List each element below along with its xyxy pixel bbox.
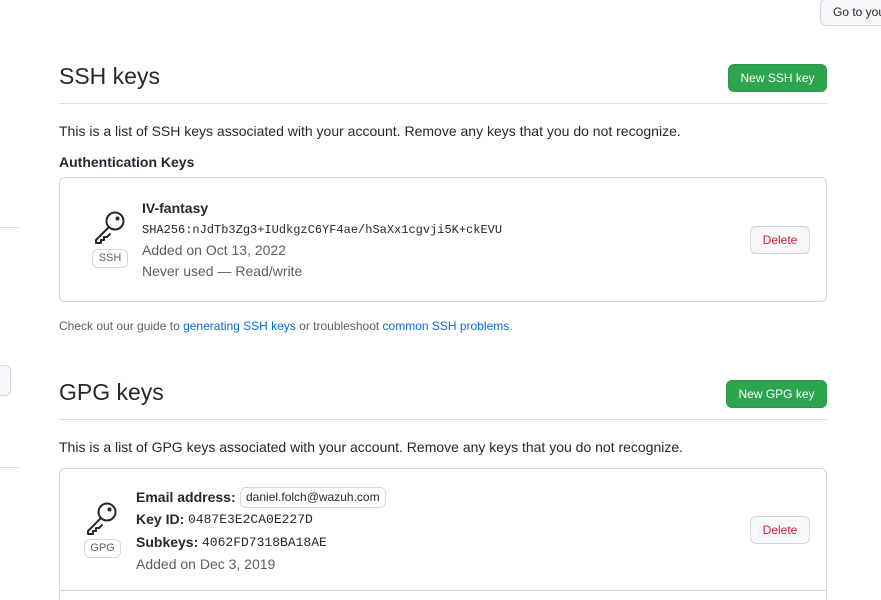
delete-ssh-key-button[interactable]: Delete — [750, 226, 810, 254]
ssh-help-middle: or troubleshoot — [295, 319, 383, 333]
gpg-key-added-date: Added on Dec 3, 2019 — [136, 556, 276, 572]
gpg-key-id-value: 0487E3E2CA0E227D — [188, 512, 313, 527]
gpg-key-list: GPG Email address: daniel.folch@wazuh.co… — [59, 468, 827, 600]
gpg-email-pill: daniel.folch@wazuh.com — [240, 487, 386, 508]
new-gpg-key-button[interactable]: New GPG key — [726, 380, 827, 408]
ssh-section-divider — [59, 103, 827, 104]
sidebar-divider — [0, 227, 19, 228]
ssh-section-title: SSH keys — [59, 63, 160, 89]
ssh-help-prefix: Check out our guide to — [59, 319, 184, 333]
gpg-subkeys-label: Subkeys: — [136, 534, 199, 550]
gpg-section-divider — [59, 419, 827, 420]
ssh-help-text: Check out our guide to generating SSH ke… — [59, 319, 513, 333]
sidebar-divider — [0, 467, 19, 468]
key-icon — [95, 211, 125, 244]
gpg-section-title: GPG keys — [59, 379, 164, 405]
gpg-key-id-label: Key ID: — [136, 511, 185, 527]
ssh-key-added-date: Added on Oct 13, 2022 — [142, 242, 286, 258]
ssh-key-fingerprint: SHA256:nJdTb3Zg3+IUdkgzC6YF4ae/hSaXx1cgv… — [142, 223, 503, 237]
ssh-key-name: IV-fantasy — [142, 200, 209, 216]
sidebar-selected-item[interactable] — [0, 365, 11, 396]
gpg-email-label: Email address: — [136, 489, 236, 505]
key-icon — [87, 502, 117, 535]
gpg-key-row-divider — [60, 590, 826, 591]
ssh-description: This is a list of SSH keys associated wi… — [59, 123, 681, 139]
new-ssh-key-button[interactable]: New SSH key — [728, 64, 827, 92]
delete-gpg-key-button[interactable]: Delete — [750, 516, 810, 544]
go-to-profile-button[interactable]: Go to your — [820, 0, 881, 26]
gpg-badge: GPG — [84, 539, 121, 558]
ssh-key-list: SSH IV-fantasy SHA256:nJdTb3Zg3+IUdkgzC6… — [59, 177, 827, 302]
ssh-key-usage: Never used — Read/write — [142, 263, 303, 279]
ssh-help-suffix: . — [509, 319, 513, 333]
gpg-subkeys-value: 4062FD7318BA18AE — [202, 535, 327, 550]
common-ssh-problems-link[interactable]: common SSH problems — [383, 319, 510, 333]
ssh-badge: SSH — [92, 249, 128, 268]
authentication-keys-heading: Authentication Keys — [59, 154, 195, 170]
generating-ssh-keys-link[interactable]: generating SSH keys — [183, 319, 296, 333]
gpg-description: This is a list of GPG keys associated wi… — [59, 439, 684, 455]
